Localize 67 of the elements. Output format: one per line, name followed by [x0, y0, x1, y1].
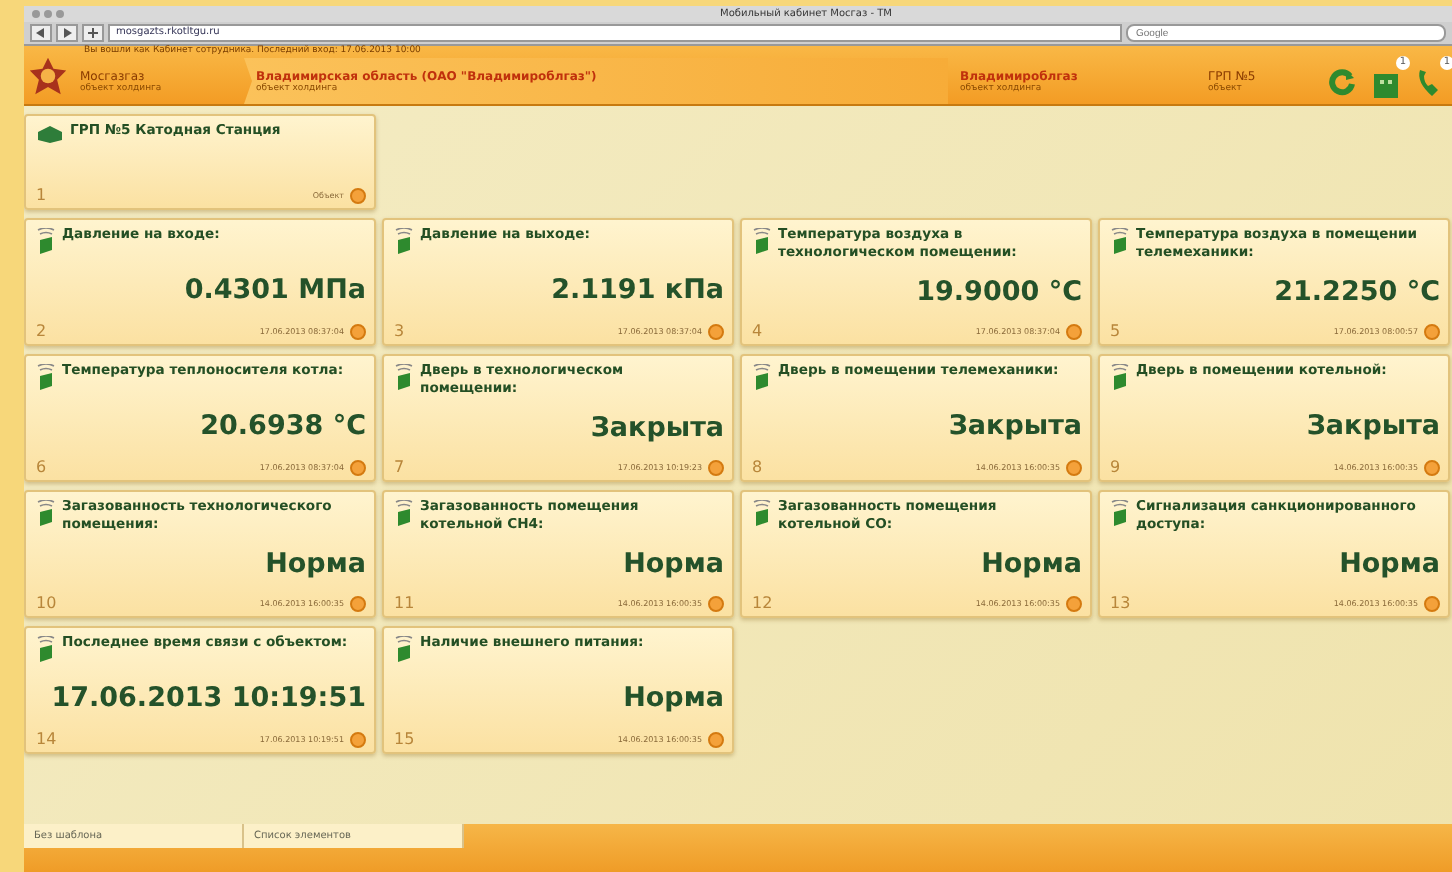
card-number: 6 — [36, 458, 49, 476]
status-dot-icon — [350, 323, 366, 339]
status-dot-icon — [708, 323, 724, 339]
card-number: 11 — [394, 594, 417, 612]
sensor-icon — [1110, 364, 1130, 392]
card-value: Норма — [979, 545, 1082, 583]
card-number: 4 — [752, 322, 765, 340]
card-value: 20.6938 °C — [198, 407, 366, 445]
status-dot-icon — [708, 595, 724, 611]
sensor-icon — [752, 364, 772, 392]
card-number: 1 — [36, 186, 49, 204]
status-dot-icon — [1424, 459, 1440, 475]
card-value: 0.4301 МПа — [182, 271, 366, 309]
sensor-icon — [752, 500, 772, 528]
status-dot-icon — [1066, 595, 1082, 611]
card-number: 14 — [36, 730, 59, 748]
card-number: 10 — [36, 594, 59, 612]
card-value: Норма — [263, 545, 366, 583]
sensor-icon — [36, 636, 56, 664]
card-number: 13 — [1110, 594, 1133, 612]
sensor-icon — [394, 636, 414, 664]
refresh-icon[interactable] — [1328, 67, 1356, 95]
status-dot-icon — [1066, 459, 1082, 475]
sensor-icon — [394, 228, 414, 256]
card-number: 8 — [752, 458, 765, 476]
forward-button[interactable] — [56, 24, 78, 42]
card-number: 12 — [752, 594, 775, 612]
card-value: Закрыта — [588, 409, 724, 447]
sensor-icon — [394, 500, 414, 528]
sensor-icon — [36, 500, 56, 528]
card-value: 19.9000 °C — [914, 273, 1082, 311]
status-dot-icon — [350, 731, 366, 747]
back-icon — [36, 28, 46, 38]
status-dot-icon — [1424, 595, 1440, 611]
forward-icon — [62, 28, 72, 38]
status-dot-icon — [350, 187, 366, 203]
card-value: 21.2250 °C — [1272, 273, 1440, 311]
status-dot-icon — [708, 731, 724, 747]
status-dot-icon — [350, 595, 366, 611]
sensor-icon — [36, 364, 56, 392]
sensor-icon — [1110, 500, 1130, 528]
status-dot-icon — [350, 459, 366, 475]
add-button[interactable] — [82, 24, 104, 42]
card-number: 15 — [394, 730, 417, 748]
status-dot-icon — [708, 459, 724, 475]
card-value: 2.1191 кПа — [549, 271, 724, 309]
card-number: 9 — [1110, 458, 1123, 476]
sensor-icon — [36, 228, 56, 256]
card-value: 17.06.2013 10:19:51 — [49, 679, 366, 717]
sensor-icon — [752, 228, 772, 256]
card-value: Закрыта — [946, 407, 1082, 445]
card-number: 5 — [1110, 322, 1123, 340]
card-number: 2 — [36, 322, 49, 340]
card-number: 7 — [394, 458, 407, 476]
phone-icon[interactable] — [1416, 65, 1444, 97]
sensor-icon — [394, 364, 414, 392]
card-value: Норма — [621, 545, 724, 583]
plus-icon — [88, 28, 98, 38]
sensor-icon — [1110, 228, 1130, 256]
cube-icon — [36, 124, 64, 144]
status-dot-icon — [1424, 323, 1440, 339]
card-number: 3 — [394, 322, 407, 340]
back-button[interactable] — [30, 24, 52, 42]
card-value: Закрыта — [1304, 407, 1440, 445]
card-value: Норма — [621, 679, 724, 717]
card-value: Норма — [1337, 545, 1440, 583]
status-dot-icon — [1066, 323, 1082, 339]
